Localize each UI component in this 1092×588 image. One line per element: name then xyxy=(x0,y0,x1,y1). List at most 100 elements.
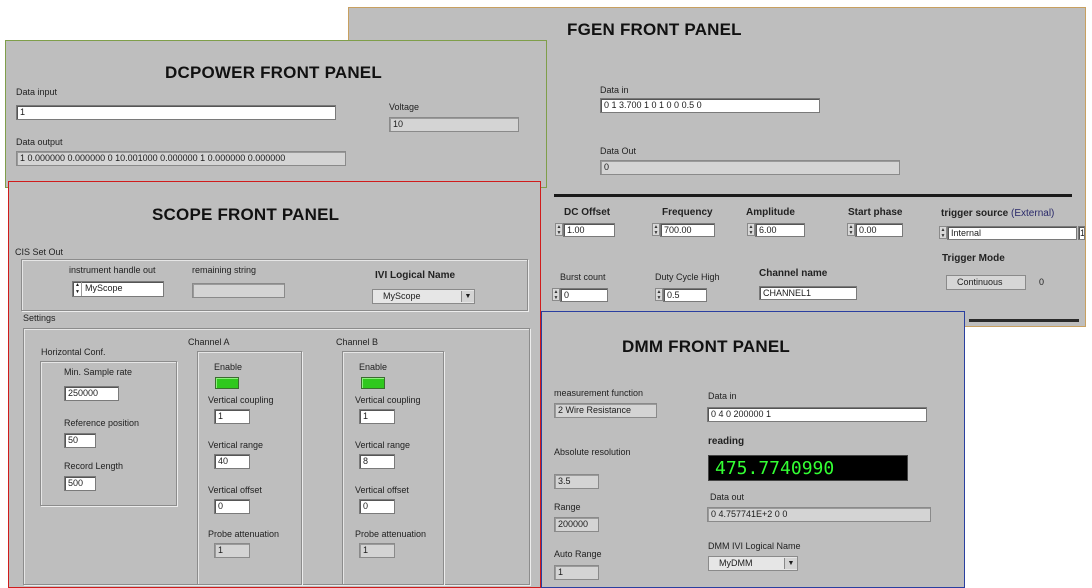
dcpower-data-input-field[interactable]: 1 xyxy=(16,105,336,120)
fgen-frequency-label: Frequency xyxy=(662,207,713,218)
dcpower-data-output-label: Data output xyxy=(16,137,63,147)
scope-channel-a-offset-label: Vertical offset xyxy=(208,485,262,495)
dcpower-data-input-label: Data input xyxy=(16,87,58,97)
scope-ivi-label: IVI Logical Name xyxy=(375,270,456,281)
scope-channel-b-coupling-label: Vertical coupling xyxy=(355,395,421,405)
fgen-dc-offset-spin[interactable]: ▲ ▼ xyxy=(555,223,563,236)
fgen-trigger-source-spin[interactable]: ▲ ▼ xyxy=(939,226,947,239)
dmm-abs-res-field: 3.5 xyxy=(554,474,599,489)
fgen-trigger-mode-label: Trigger Mode xyxy=(942,253,1005,264)
scope-channel-a-offset-field[interactable]: 0 xyxy=(214,499,250,514)
dcpower-data-output-field: 1 0.000000 0.000000 0 10.001000 0.000000… xyxy=(16,151,346,166)
fgen-frequency-spin[interactable]: ▲ ▼ xyxy=(652,223,660,236)
dmm-auto-range-label: Auto Range xyxy=(554,549,602,559)
fgen-start-phase-label: Start phase xyxy=(848,207,903,218)
dmm-title: DMM FRONT PANEL xyxy=(622,337,790,356)
scope-channel-a-range-label: Vertical range xyxy=(208,440,264,450)
scope-channel-a-enable-label: Enable xyxy=(214,362,243,372)
scope-cis-label: CIS Set Out xyxy=(15,247,64,257)
fgen-trigger-source-field[interactable]: Internal xyxy=(947,226,1077,240)
dmm-range-label: Range xyxy=(554,502,581,512)
scope-ref-pos-field[interactable]: 50 xyxy=(64,433,96,448)
scope-min-sample-label: Min. Sample rate xyxy=(64,367,133,377)
fgen-trigger-source-index: 1 xyxy=(1078,226,1085,240)
scope-title: SCOPE FRONT PANEL xyxy=(152,205,340,224)
dcpower-panel: DCPOWER FRONT PANEL Data input 1 Voltage… xyxy=(5,40,547,188)
fgen-trigger-mode-ring[interactable]: Continuous xyxy=(946,275,1026,290)
scope-channel-b-offset-label: Vertical offset xyxy=(355,485,409,495)
fgen-divider xyxy=(554,194,1072,197)
fgen-data-out-label: Data Out xyxy=(600,146,637,156)
scope-channel-b-offset-field[interactable]: 0 xyxy=(359,499,395,514)
scope-ivi-value: MyScope xyxy=(383,291,421,301)
dmm-data-in-field[interactable]: 0 4 0 200000 1 xyxy=(707,407,927,422)
scope-panel: SCOPE FRONT PANEL CIS Set Out instrument… xyxy=(8,181,541,588)
scope-channel-b-range-field[interactable]: 8 xyxy=(359,454,395,469)
fgen-dc-offset-field[interactable]: 1.00 xyxy=(563,223,615,237)
dmm-abs-res-label: Absolute resolution xyxy=(554,447,631,457)
chevron-down-icon[interactable]: ▼ xyxy=(461,291,474,302)
dmm-panel: DMM FRONT PANEL measurement function 2 W… xyxy=(541,311,965,588)
scope-channel-a-title: Channel A xyxy=(188,337,230,347)
scope-channel-b-probe-field: 1 xyxy=(359,543,395,558)
chevron-down-icon[interactable]: ▼ xyxy=(784,558,797,569)
dmm-data-out-field: 0 4.757741E+2 0 0 xyxy=(707,507,931,522)
dmm-function-field: 2 Wire Resistance xyxy=(554,403,657,418)
fgen-duty-cycle-field[interactable]: 0.5 xyxy=(663,288,707,302)
fgen-duty-cycle-label: Duty Cycle High xyxy=(655,272,720,282)
scope-channel-b-title: Channel B xyxy=(336,337,379,347)
scope-channel-b-enable-led[interactable] xyxy=(361,377,385,389)
fgen-burst-count-label: Burst count xyxy=(560,272,606,282)
fgen-data-in-label: Data in xyxy=(600,85,629,95)
scope-handle-label: instrument handle out xyxy=(69,265,156,275)
scope-channel-a-probe-field: 1 xyxy=(214,543,250,558)
dmm-data-in-label: Data in xyxy=(708,391,737,401)
scope-ivi-dropdown[interactable]: MyScope ▼ xyxy=(372,289,475,304)
dmm-ivi-value: MyDMM xyxy=(719,558,753,568)
fgen-start-phase-spin[interactable]: ▲ ▼ xyxy=(847,223,855,236)
scope-channel-a-range-field[interactable]: 40 xyxy=(214,454,250,469)
scope-channel-b-coupling-field[interactable]: 1 xyxy=(359,409,395,424)
scope-channel-a-enable-led[interactable] xyxy=(215,377,239,389)
scope-rec-len-label: Record Length xyxy=(64,461,124,471)
fgen-start-phase-field[interactable]: 0.00 xyxy=(855,223,903,237)
fgen-bottom-divider xyxy=(969,319,1079,322)
dcpower-voltage-field: 10 xyxy=(389,117,519,132)
dmm-auto-range-field: 1 xyxy=(554,565,599,580)
fgen-trigger-mode-index: 0 xyxy=(1039,277,1045,287)
dmm-ivi-dropdown[interactable]: MyDMM ▼ xyxy=(708,556,798,571)
dcpower-title: DCPOWER FRONT PANEL xyxy=(165,63,382,82)
scope-handle-value: MyScope xyxy=(85,283,123,293)
fgen-amplitude-field[interactable]: 6.00 xyxy=(755,223,805,237)
fgen-duty-cycle-spin[interactable]: ▲ ▼ xyxy=(655,288,663,301)
fgen-frequency-field[interactable]: 700.00 xyxy=(660,223,715,237)
scope-handle-field[interactable]: ▲ ▼ MyScope xyxy=(72,281,164,297)
scope-remaining-field xyxy=(192,283,285,298)
scope-channel-a-coupling-field[interactable]: 1 xyxy=(214,409,250,424)
dmm-ivi-label: DMM IVI Logical Name xyxy=(708,541,801,551)
fgen-channel-name-field[interactable]: CHANNEL1 xyxy=(759,286,857,300)
fgen-amplitude-label: Amplitude xyxy=(746,207,795,218)
scope-ref-pos-label: Reference position xyxy=(64,418,140,428)
fgen-burst-count-spin[interactable]: ▲ ▼ xyxy=(552,288,560,301)
fgen-dc-offset-label: DC Offset xyxy=(564,207,611,218)
fgen-burst-count-field[interactable]: 0 xyxy=(560,288,608,302)
dmm-function-label: measurement function xyxy=(554,388,644,398)
scope-rec-len-field[interactable]: 500 xyxy=(64,476,96,491)
dmm-reading-label: reading xyxy=(708,436,745,447)
scope-channel-b-probe-label: Probe attenuation xyxy=(355,529,427,539)
dmm-data-out-label: Data out xyxy=(710,492,745,502)
scope-remaining-label: remaining string xyxy=(192,265,257,275)
dmm-reading-display: 475.7740990 xyxy=(708,455,908,481)
scope-channel-a-coupling-label: Vertical coupling xyxy=(208,395,274,405)
scope-settings-label: Settings xyxy=(23,313,56,323)
scope-channel-a-probe-label: Probe attenuation xyxy=(208,529,280,539)
scope-channel-b-range-label: Vertical range xyxy=(355,440,411,450)
scope-handle-spin-icon[interactable]: ▲ ▼ xyxy=(75,282,82,296)
fgen-amplitude-spin[interactable]: ▲ ▼ xyxy=(747,223,755,236)
fgen-data-in-field[interactable]: 0 1 3.700 1 0 1 0 0 0.5 0 xyxy=(600,98,820,113)
fgen-trigger-source-label-text: trigger source xyxy=(941,208,1009,219)
fgen-channel-name-label: Channel name xyxy=(759,268,828,279)
fgen-title: FGEN FRONT PANEL xyxy=(567,20,742,39)
scope-min-sample-field[interactable]: 250000 xyxy=(64,386,119,401)
